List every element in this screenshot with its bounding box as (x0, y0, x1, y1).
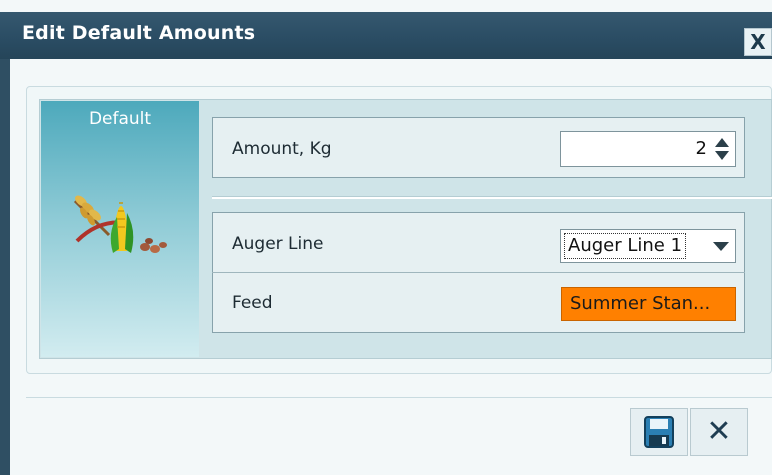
dropdown-arrow-icon[interactable] (713, 242, 729, 251)
close-icon: ✕ (706, 414, 732, 449)
cancel-button[interactable]: ✕ (690, 408, 748, 456)
section-separator (212, 196, 772, 199)
close-icon[interactable]: X (744, 28, 772, 56)
amount-label: Amount, Kg (232, 139, 332, 159)
edit-default-amounts-dialog: Edit Default Amounts X Default Amount, K… (0, 0, 772, 475)
save-button[interactable] (630, 408, 688, 456)
auger-line-label: Auger Line (232, 234, 324, 254)
feed-grain-icon (73, 195, 167, 253)
footer-separator (26, 397, 772, 398)
stepper-down-icon[interactable] (715, 151, 729, 160)
amount-stepper[interactable]: 2 (560, 131, 736, 167)
row-divider (212, 272, 745, 273)
auger-line-selected[interactable]: Auger Line 1 (564, 233, 687, 259)
window-left-border (0, 59, 10, 475)
save-icon (644, 416, 674, 448)
feed-label: Feed (232, 293, 273, 313)
amount-value[interactable]: 2 (696, 138, 707, 159)
dialog-titlebar[interactable]: Edit Default Amounts X (0, 12, 772, 59)
stepper-up-icon[interactable] (715, 138, 729, 147)
auger-line-select[interactable]: Auger Line 1 (560, 229, 736, 263)
dialog-title: Edit Default Amounts (22, 22, 256, 44)
sidebar-label: Default (88, 109, 152, 129)
sidebar-default: Default (41, 101, 199, 357)
feed-value[interactable]: Summer Stan... (561, 287, 736, 321)
